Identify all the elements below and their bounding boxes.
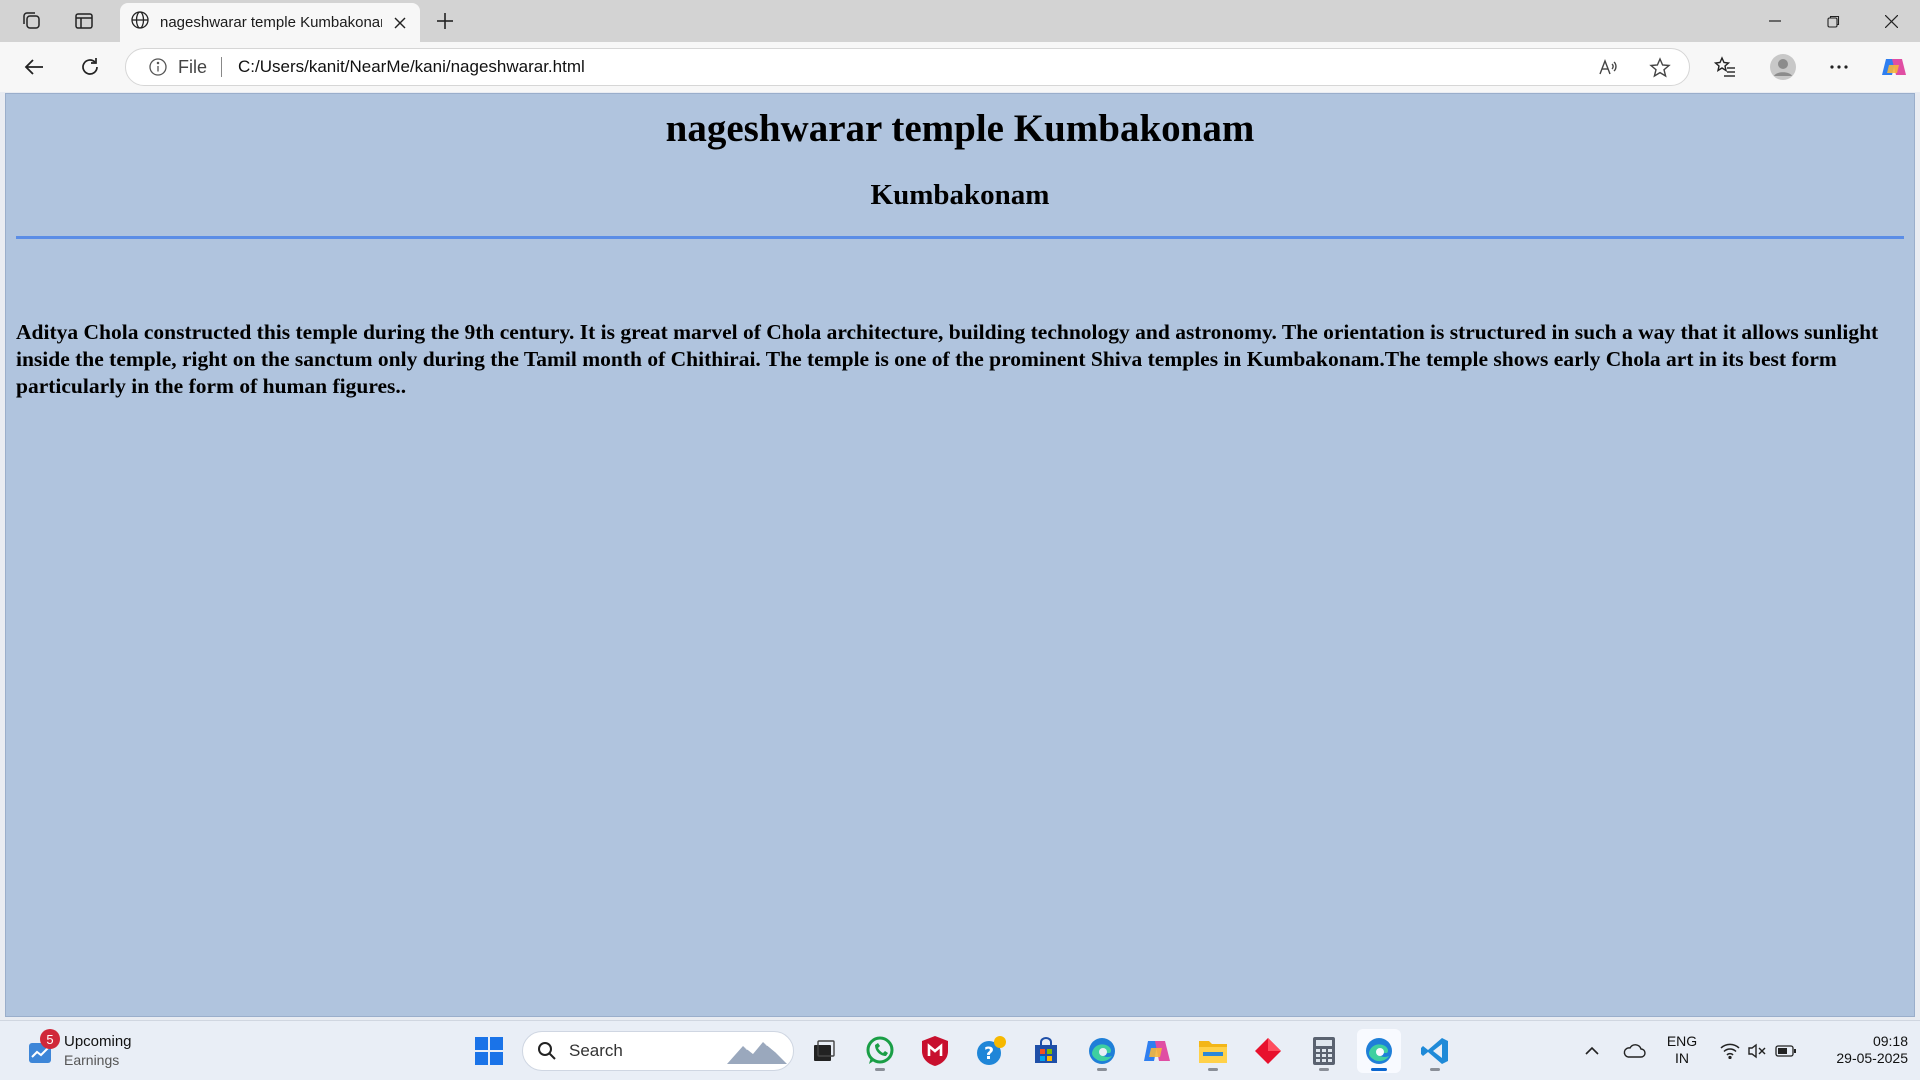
vscode-icon[interactable]	[1413, 1029, 1457, 1073]
minimize-icon[interactable]	[1746, 0, 1804, 42]
address-scheme: File	[178, 56, 208, 77]
svg-text:?: ?	[984, 1044, 994, 1064]
copilot-icon[interactable]	[1874, 47, 1914, 87]
taskbar: 5 Upcoming Earnings Search ? ENG IN 09:1…	[0, 1020, 1920, 1080]
onedrive-cloud-icon[interactable]	[1614, 1029, 1654, 1073]
region-code: IN	[1675, 1050, 1689, 1066]
close-icon[interactable]	[390, 13, 410, 33]
new-tab-icon[interactable]	[427, 5, 463, 37]
running-indicator	[1208, 1068, 1218, 1071]
edge-active-icon[interactable]	[1357, 1029, 1401, 1073]
temple-description: Aditya Chola constructed this temple dur…	[16, 320, 1879, 398]
horizontal-rule	[16, 236, 1904, 239]
diamond-app-icon[interactable]	[1246, 1029, 1290, 1073]
running-indicator	[875, 1068, 885, 1071]
battery-icon[interactable]	[1770, 1029, 1802, 1073]
workspaces-icon[interactable]	[14, 5, 50, 37]
get-help-icon[interactable]: ?	[969, 1029, 1013, 1073]
running-indicator	[1371, 1068, 1387, 1071]
notification-badge: 5	[40, 1029, 60, 1049]
address-bar[interactable]: File C:/Users/kanit/NearMe/kani/nageshwa…	[125, 48, 1690, 86]
search-icon	[537, 1041, 557, 1061]
file-explorer-icon[interactable]	[1191, 1029, 1235, 1073]
taskbar-search[interactable]: Search	[522, 1031, 794, 1071]
show-hidden-icons-chevron-icon[interactable]	[1572, 1029, 1612, 1073]
page-subtitle: Kumbakonam	[870, 179, 1050, 211]
clock-date: 29-05-2025	[1836, 1050, 1908, 1066]
mcafee-icon[interactable]	[913, 1029, 957, 1073]
read-aloud-icon[interactable]	[1597, 57, 1619, 79]
tab-active[interactable]: nageshwarar temple Kumbakonam	[120, 3, 420, 42]
widget-subtitle: Earnings	[64, 1052, 120, 1068]
widget-button[interactable]: 5 Upcoming Earnings	[24, 1029, 154, 1073]
more-options-icon[interactable]	[1819, 47, 1859, 87]
address-url[interactable]: C:/Users/kanit/NearMe/kani/nageshwarar.h…	[238, 57, 585, 77]
running-indicator	[1430, 1068, 1440, 1071]
favorite-star-icon[interactable]	[1649, 57, 1671, 79]
task-view-icon[interactable]	[802, 1029, 846, 1073]
running-indicator	[1097, 1068, 1107, 1071]
clock-time: 09:18	[1872, 1033, 1908, 1049]
copilot-app-icon[interactable]	[1135, 1029, 1179, 1073]
widget-title: Upcoming	[64, 1033, 132, 1050]
start-button[interactable]	[467, 1029, 511, 1073]
language-indicator[interactable]: ENG IN	[1662, 1033, 1702, 1067]
tab-bar: nageshwarar temple Kumbakonam	[0, 0, 1920, 42]
microsoft-store-icon[interactable]	[1024, 1029, 1068, 1073]
calculator-icon[interactable]	[1302, 1029, 1346, 1073]
restore-icon[interactable]	[1804, 0, 1862, 42]
globe-icon	[130, 10, 150, 35]
window-close-icon[interactable]	[1862, 0, 1920, 42]
clock[interactable]: 09:18 29-05-2025	[1810, 1033, 1908, 1067]
back-icon[interactable]	[14, 47, 54, 87]
whatsapp-icon[interactable]	[858, 1029, 902, 1073]
profile-avatar[interactable]	[1763, 47, 1803, 87]
search-placeholder: Search	[569, 1041, 623, 1060]
page-title: nageshwarar temple Kumbakonam	[665, 107, 1255, 150]
language-code: ENG	[1666, 1033, 1698, 1049]
edge-browser-icon[interactable]	[1080, 1029, 1124, 1073]
vertical-tabs-icon[interactable]	[66, 5, 102, 37]
favorites-icon[interactable]	[1705, 47, 1745, 87]
browser-toolbar: File C:/Users/kanit/NearMe/kani/nageshwa…	[0, 42, 1920, 92]
volume-muted-icon[interactable]	[1742, 1029, 1772, 1073]
info-icon[interactable]	[148, 57, 168, 77]
refresh-icon[interactable]	[70, 47, 110, 87]
running-indicator	[1319, 1068, 1329, 1071]
tab-title: nageshwarar temple Kumbakonam	[160, 14, 382, 31]
search-highlight-icon	[725, 1036, 789, 1066]
page-viewport: nageshwarar temple Kumbakonam Kumbakonam…	[5, 93, 1915, 1017]
address-separator	[221, 57, 223, 77]
